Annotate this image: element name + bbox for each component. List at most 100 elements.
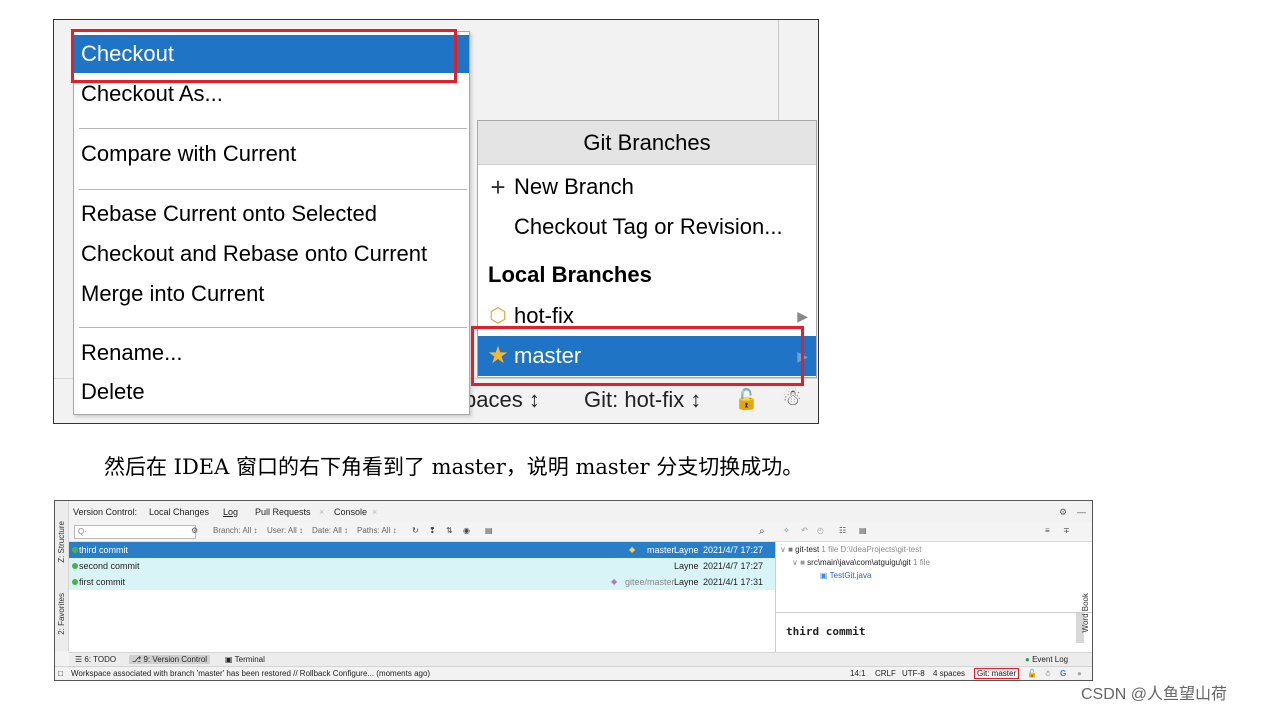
- new-branch-item[interactable]: + New Branch: [478, 167, 816, 207]
- commit-details-panel: ∨ ■ git-test 1 file D:\IdeaProjects\git-…: [775, 542, 1092, 652]
- search-input[interactable]: Q·: [74, 525, 196, 539]
- structure-tab[interactable]: Z: Structure: [57, 521, 66, 563]
- date-filter[interactable]: Date: All ↕: [312, 526, 348, 535]
- commit-row[interactable]: first commit ◆ gitee/master Layne 2021/4…: [69, 574, 775, 590]
- word-book-tab[interactable]: Word Book: [1081, 593, 1090, 632]
- menu-item-delete[interactable]: Delete: [74, 373, 469, 411]
- menu-item-checkout[interactable]: Checkout: [74, 35, 469, 73]
- menu-item-compare[interactable]: Compare with Current: [74, 135, 469, 173]
- branch-context-menu: Checkout Checkout As... Compare with Cur…: [73, 31, 470, 415]
- menu-separator: [79, 128, 467, 129]
- commit-date: 2021/4/1 17:31: [703, 577, 764, 587]
- paths-filter[interactable]: Paths: All ↕: [357, 526, 397, 535]
- google-icon[interactable]: G: [1060, 669, 1066, 678]
- preview-icon[interactable]: ▤: [859, 526, 867, 535]
- checkout-tag-item[interactable]: Checkout Tag or Revision...: [478, 207, 816, 247]
- cherry-pick-icon[interactable]: ❢: [429, 526, 436, 535]
- minimize-icon[interactable]: —: [1077, 507, 1086, 517]
- chevron-down-icon: ∨: [780, 545, 786, 554]
- star-icon: ★: [487, 342, 509, 369]
- line-separator[interactable]: CRLF: [875, 669, 896, 678]
- menu-item-rename[interactable]: Rename...: [74, 334, 469, 372]
- group-icon[interactable]: ☷: [839, 526, 846, 535]
- file-name: TestGit.java: [829, 571, 872, 580]
- menu-item-checkout-as[interactable]: Checkout As...: [74, 75, 469, 113]
- version-control-tab[interactable]: ⎇ 9: Version Control: [129, 655, 211, 664]
- eye-icon[interactable]: ◉: [463, 526, 470, 535]
- inspector-icon[interactable]: ☃: [1044, 669, 1051, 678]
- todo-label: 6: TODO: [84, 655, 117, 664]
- java-file-icon: ▣: [820, 571, 828, 580]
- list-icon: ☰: [75, 655, 83, 664]
- user-filter[interactable]: User: All ↕: [267, 526, 303, 535]
- todo-tab[interactable]: ☰ 6: TODO: [75, 655, 116, 664]
- plus-icon: +: [490, 172, 506, 202]
- indent-setting[interactable]: 4 spaces: [933, 669, 965, 678]
- package-node[interactable]: ∨ ■ src\main\java\com\atguigu\git 1 file: [792, 558, 930, 567]
- menu-item-rebase-current[interactable]: Rebase Current onto Selected: [74, 195, 469, 233]
- open-in-tab-icon[interactable]: ▤: [485, 526, 493, 535]
- commit-message: second commit: [79, 561, 140, 571]
- close-icon[interactable]: ×: [319, 507, 324, 517]
- lock-icon[interactable]: 🔓: [734, 387, 759, 412]
- tab-pull-requests[interactable]: Pull Requests: [255, 507, 311, 517]
- commit-row[interactable]: second commit Layne 2021/4/7 17:27: [69, 558, 775, 574]
- commit-message-panel: third commit: [776, 612, 1092, 652]
- checkout-tag-label: Checkout Tag or Revision...: [514, 214, 783, 239]
- commit-row[interactable]: third commit ◆ master Layne 2021/4/7 17:…: [69, 542, 775, 558]
- menu-item-merge[interactable]: Merge into Current: [74, 275, 469, 313]
- close-icon[interactable]: ×: [372, 507, 377, 517]
- repo-node[interactable]: ∨ ■ git-test 1 file D:\IdeaProjects\git-…: [780, 545, 921, 554]
- commit-author: Layne: [674, 577, 699, 587]
- indent-status[interactable]: paces ↕: [464, 387, 540, 413]
- file-encoding[interactable]: UTF-8: [902, 669, 925, 678]
- notification-icon[interactable]: ●: [1077, 669, 1082, 678]
- event-log-icon: ●: [1025, 655, 1030, 664]
- new-branch-label: New Branch: [514, 174, 634, 199]
- menu-separator: [79, 327, 467, 328]
- event-log-label: Event Log: [1032, 655, 1069, 664]
- undo-icon[interactable]: ↶: [801, 526, 808, 535]
- branch-filter[interactable]: Branch: All ↕: [213, 526, 257, 535]
- gear-icon[interactable]: ⚙: [1059, 507, 1067, 518]
- history-icon[interactable]: ◴: [817, 526, 824, 535]
- branch-item-hot-fix[interactable]: ⬡ hot-fix ▶: [478, 296, 816, 336]
- branch-item-master[interactable]: ★ master ▶: [478, 336, 816, 376]
- submenu-arrow-icon: ▶: [797, 348, 808, 364]
- commit-author: Layne: [674, 561, 699, 571]
- package-info: 1 file: [913, 558, 930, 567]
- version-control-tab-label: 9: Version Control: [143, 655, 208, 664]
- tab-console[interactable]: Console: [334, 507, 367, 517]
- expand-all-icon[interactable]: ≡: [1045, 526, 1050, 535]
- terminal-tab[interactable]: ▣ Terminal: [225, 655, 265, 664]
- commit-node-icon: [72, 563, 78, 569]
- bottom-tool-tabs: ☰ 6: TODO ⎇ 9: Version Control ▣ Termina…: [69, 652, 1092, 666]
- filter-settings-icon[interactable]: ⚙: [191, 526, 198, 535]
- branch-name: master: [514, 343, 582, 368]
- lock-icon[interactable]: 🔓: [1027, 669, 1037, 678]
- git-branch-status[interactable]: Git: hot-fix ↕: [584, 387, 701, 413]
- event-log-tab[interactable]: ● Event Log: [1025, 655, 1068, 664]
- inspector-icon[interactable]: ☃: [782, 385, 802, 411]
- cursor-position[interactable]: 14:1: [850, 669, 866, 678]
- commit-log-list: third commit ◆ master Layne 2021/4/7 17:…: [69, 542, 775, 652]
- git-branch-widget[interactable]: Git: master: [974, 668, 1020, 679]
- tab-local-changes[interactable]: Local Changes: [149, 507, 209, 517]
- file-node[interactable]: ▣ TestGit.java: [820, 571, 871, 580]
- tag-icon: ⬡: [489, 305, 507, 327]
- sort-icon[interactable]: ⇅: [446, 526, 453, 535]
- status-message[interactable]: Workspace associated with branch 'master…: [71, 669, 430, 678]
- refresh-icon[interactable]: ↻: [412, 526, 419, 535]
- repo-info: 1 file D:\IdeaProjects\git-test: [821, 545, 922, 554]
- watermark: CSDN @人鱼望山荷: [1081, 686, 1228, 703]
- tab-log[interactable]: Log: [223, 507, 238, 517]
- collapse-all-icon[interactable]: ∓: [1063, 526, 1070, 535]
- terminal-icon: ▣: [225, 655, 233, 664]
- expand-icon[interactable]: ✧: [783, 526, 790, 535]
- search-icon[interactable]: ⌕: [759, 526, 765, 537]
- menu-item-checkout-and-rebase[interactable]: Checkout and Rebase onto Current: [74, 235, 469, 273]
- branch-tag-icon: ◆: [629, 545, 636, 554]
- commit-message-text: third commit: [786, 625, 866, 638]
- git-branches-popup: Git Branches + New Branch Checkout Tag o…: [477, 120, 817, 378]
- favorites-tab[interactable]: 2: Favorites: [57, 593, 66, 635]
